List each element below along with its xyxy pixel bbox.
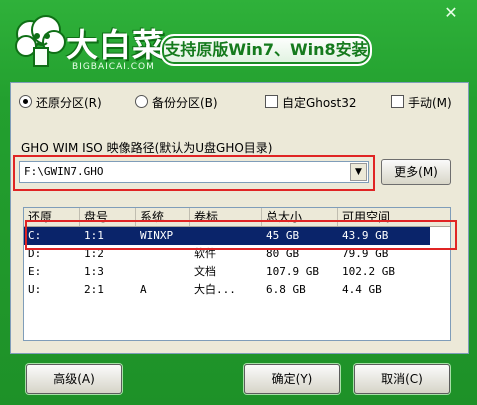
brand-name: 大白菜 [66,26,166,64]
table-cell: 80 GB [266,247,300,260]
table-cell: 6.8 GB [266,283,306,296]
brand-domain: BIGBAICAI.COM [72,62,155,72]
cabbage-logo-icon [15,15,66,67]
table-cell: 102.2 GB [342,265,395,278]
table-cell: 文档 [194,265,216,278]
column-header-restore[interactable]: 还原 [24,208,80,226]
table-header: 还原 盘号 系统 卷标 总大小 可用空间 [24,208,450,227]
custom-ghost-label: 自定Ghost32 [282,96,357,110]
table-cell: 2:1 [84,283,104,296]
table-cell: 1:1 [84,229,104,242]
column-header-volume[interactable]: 卷标 [190,208,262,226]
table-cell: 大白... [194,283,236,296]
more-button[interactable]: 更多(M) [381,159,451,185]
checkbox-unchecked-icon [391,95,404,108]
image-path-value: F:\GWIN7.GHO [24,165,104,178]
brand-logo: 大白菜 BIGBAICAI.COM [10,14,164,74]
table-cell: 1:3 [84,265,104,278]
table-cell [190,227,194,245]
selection-tail [430,227,450,245]
restore-partition-radio[interactable]: 还原分区(R) [19,93,102,113]
chevron-down-icon[interactable]: ▼ [350,163,367,181]
manual-label: 手动(M) [408,96,452,110]
cancel-button[interactable]: 取消(C) [354,364,450,394]
advanced-button[interactable]: 高级(A) [26,364,122,394]
custom-ghost-checkbox[interactable]: 自定Ghost32 [265,93,356,113]
image-path-combobox[interactable]: F:\GWIN7.GHO ▼ [19,161,369,183]
partition-table[interactable]: 还原 盘号 系统 卷标 总大小 可用空间 C: 1:1 WINXP 45 GB … [23,207,451,341]
checkbox-unchecked-icon [265,95,278,108]
column-header-total[interactable]: 总大小 [262,208,338,226]
table-cell: E: [28,265,42,278]
table-cell: WINXP [140,229,174,242]
manual-checkbox[interactable]: 手动(M) [391,93,452,113]
table-cell: 1:2 [84,247,104,260]
table-cell: U: [28,283,42,296]
table-cell: 107.9 GB [266,265,319,278]
table-cell: A [140,283,147,296]
ok-button[interactable]: 确定(Y) [244,364,340,394]
table-row[interactable]: C: 1:1 WINXP 45 GB 43.9 GB [24,227,450,245]
backup-partition-radio[interactable]: 备份分区(B) [135,93,218,113]
column-header-disk[interactable]: 盘号 [80,208,136,226]
main-panel: 还原分区(R) 备份分区(B) 自定Ghost32 手动(M) GHO WIM … [10,82,469,354]
backup-partition-label: 备份分区(B) [152,96,218,110]
radio-checked-icon [19,95,32,108]
table-cell: 软件 [194,247,216,260]
table-row[interactable]: E: 1:3 文档 107.9 GB 102.2 GB [24,263,450,281]
table-cell: C: [28,229,42,242]
radio-unchecked-icon [135,95,148,108]
table-cell: 43.9 GB [342,229,389,242]
app-window: ✕ 大白菜 BIGBAICAI.COM 支持原版Win7、Win8安装 还原分区… [0,0,477,405]
table-cell: 45 GB [266,229,300,242]
table-cell: 79.9 GB [342,247,389,260]
image-path-label: GHO WIM ISO 映像路径(默认为U盘GHO目录) [21,141,273,155]
table-cell [136,263,140,281]
slogan-badge: 支持原版Win7、Win8安装 [160,34,372,66]
close-icon[interactable]: ✕ [440,4,462,22]
column-header-free[interactable]: 可用空间 [338,208,450,226]
table-cell [136,245,140,263]
column-header-system[interactable]: 系统 [136,208,190,226]
table-row[interactable]: D: 1:2 软件 80 GB 79.9 GB [24,245,450,263]
table-cell: D: [28,247,42,260]
restore-partition-label: 还原分区(R) [36,96,102,110]
table-cell: 4.4 GB [342,283,382,296]
table-row[interactable]: U: 2:1 A 大白... 6.8 GB 4.4 GB [24,281,450,299]
mode-options: 还原分区(R) 备份分区(B) 自定Ghost32 手动(M) [19,93,464,113]
